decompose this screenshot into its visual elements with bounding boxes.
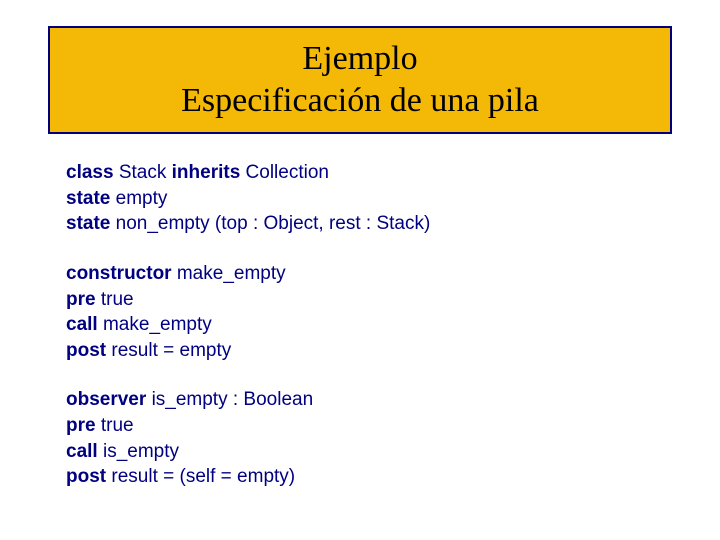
class-name: Stack xyxy=(119,162,167,183)
constructor-declaration: constructor make_empty xyxy=(66,261,656,287)
constructor-call-line: call make_empty xyxy=(66,312,656,338)
observer-call-line: call is_empty xyxy=(66,439,656,465)
constructor-post-line: post result = empty xyxy=(66,338,656,364)
specification-body: class Stack inherits Collection state em… xyxy=(66,160,656,490)
slide-title: Ejemplo Especificación de una pila xyxy=(181,38,539,123)
keyword-pre: pre xyxy=(66,415,96,436)
title-line-1: Ejemplo xyxy=(302,40,417,77)
keyword-state: state xyxy=(66,188,110,209)
class-declaration: class Stack inherits Collection xyxy=(66,160,656,186)
observer-call-value: is_empty xyxy=(103,441,179,462)
observer-declaration: observer is_empty : Boolean xyxy=(66,387,656,413)
constructor-name: make_empty xyxy=(177,263,286,284)
state-empty-line: state empty xyxy=(66,186,656,212)
keyword-constructor: constructor xyxy=(66,263,172,284)
keyword-class: class xyxy=(66,162,114,183)
keyword-call: call xyxy=(66,441,98,462)
state-nonempty-line: state non_empty (top : Object, rest : St… xyxy=(66,211,656,237)
keyword-observer: observer xyxy=(66,389,146,410)
keyword-inherits: inherits xyxy=(172,162,241,183)
title-box: Ejemplo Especificación de una pila xyxy=(48,26,672,134)
constructor-pre-line: pre true xyxy=(66,287,656,313)
observer-pre-value: true xyxy=(101,415,134,436)
state-nonempty-text: non_empty (top : Object, rest : Stack) xyxy=(116,213,431,234)
superclass-name: Collection xyxy=(246,162,329,183)
observer-post-value: result = (self = empty) xyxy=(111,466,295,487)
constructor-post-value: result = empty xyxy=(111,340,231,361)
observer-name: is_empty : Boolean xyxy=(152,389,314,410)
keyword-pre: pre xyxy=(66,289,96,310)
constructor-pre-value: true xyxy=(101,289,134,310)
keyword-state: state xyxy=(66,213,110,234)
title-line-2: Especificación de una pila xyxy=(181,82,539,119)
class-and-states-block: class Stack inherits Collection state em… xyxy=(66,160,656,237)
observer-block: observer is_empty : Boolean pre true cal… xyxy=(66,387,656,490)
observer-pre-line: pre true xyxy=(66,413,656,439)
state-empty-text: empty xyxy=(116,188,168,209)
keyword-post: post xyxy=(66,466,106,487)
constructor-block: constructor make_empty pre true call mak… xyxy=(66,261,656,364)
observer-post-line: post result = (self = empty) xyxy=(66,464,656,490)
slide: Ejemplo Especificación de una pila class… xyxy=(0,0,720,540)
keyword-call: call xyxy=(66,314,98,335)
keyword-post: post xyxy=(66,340,106,361)
constructor-call-value: make_empty xyxy=(103,314,212,335)
